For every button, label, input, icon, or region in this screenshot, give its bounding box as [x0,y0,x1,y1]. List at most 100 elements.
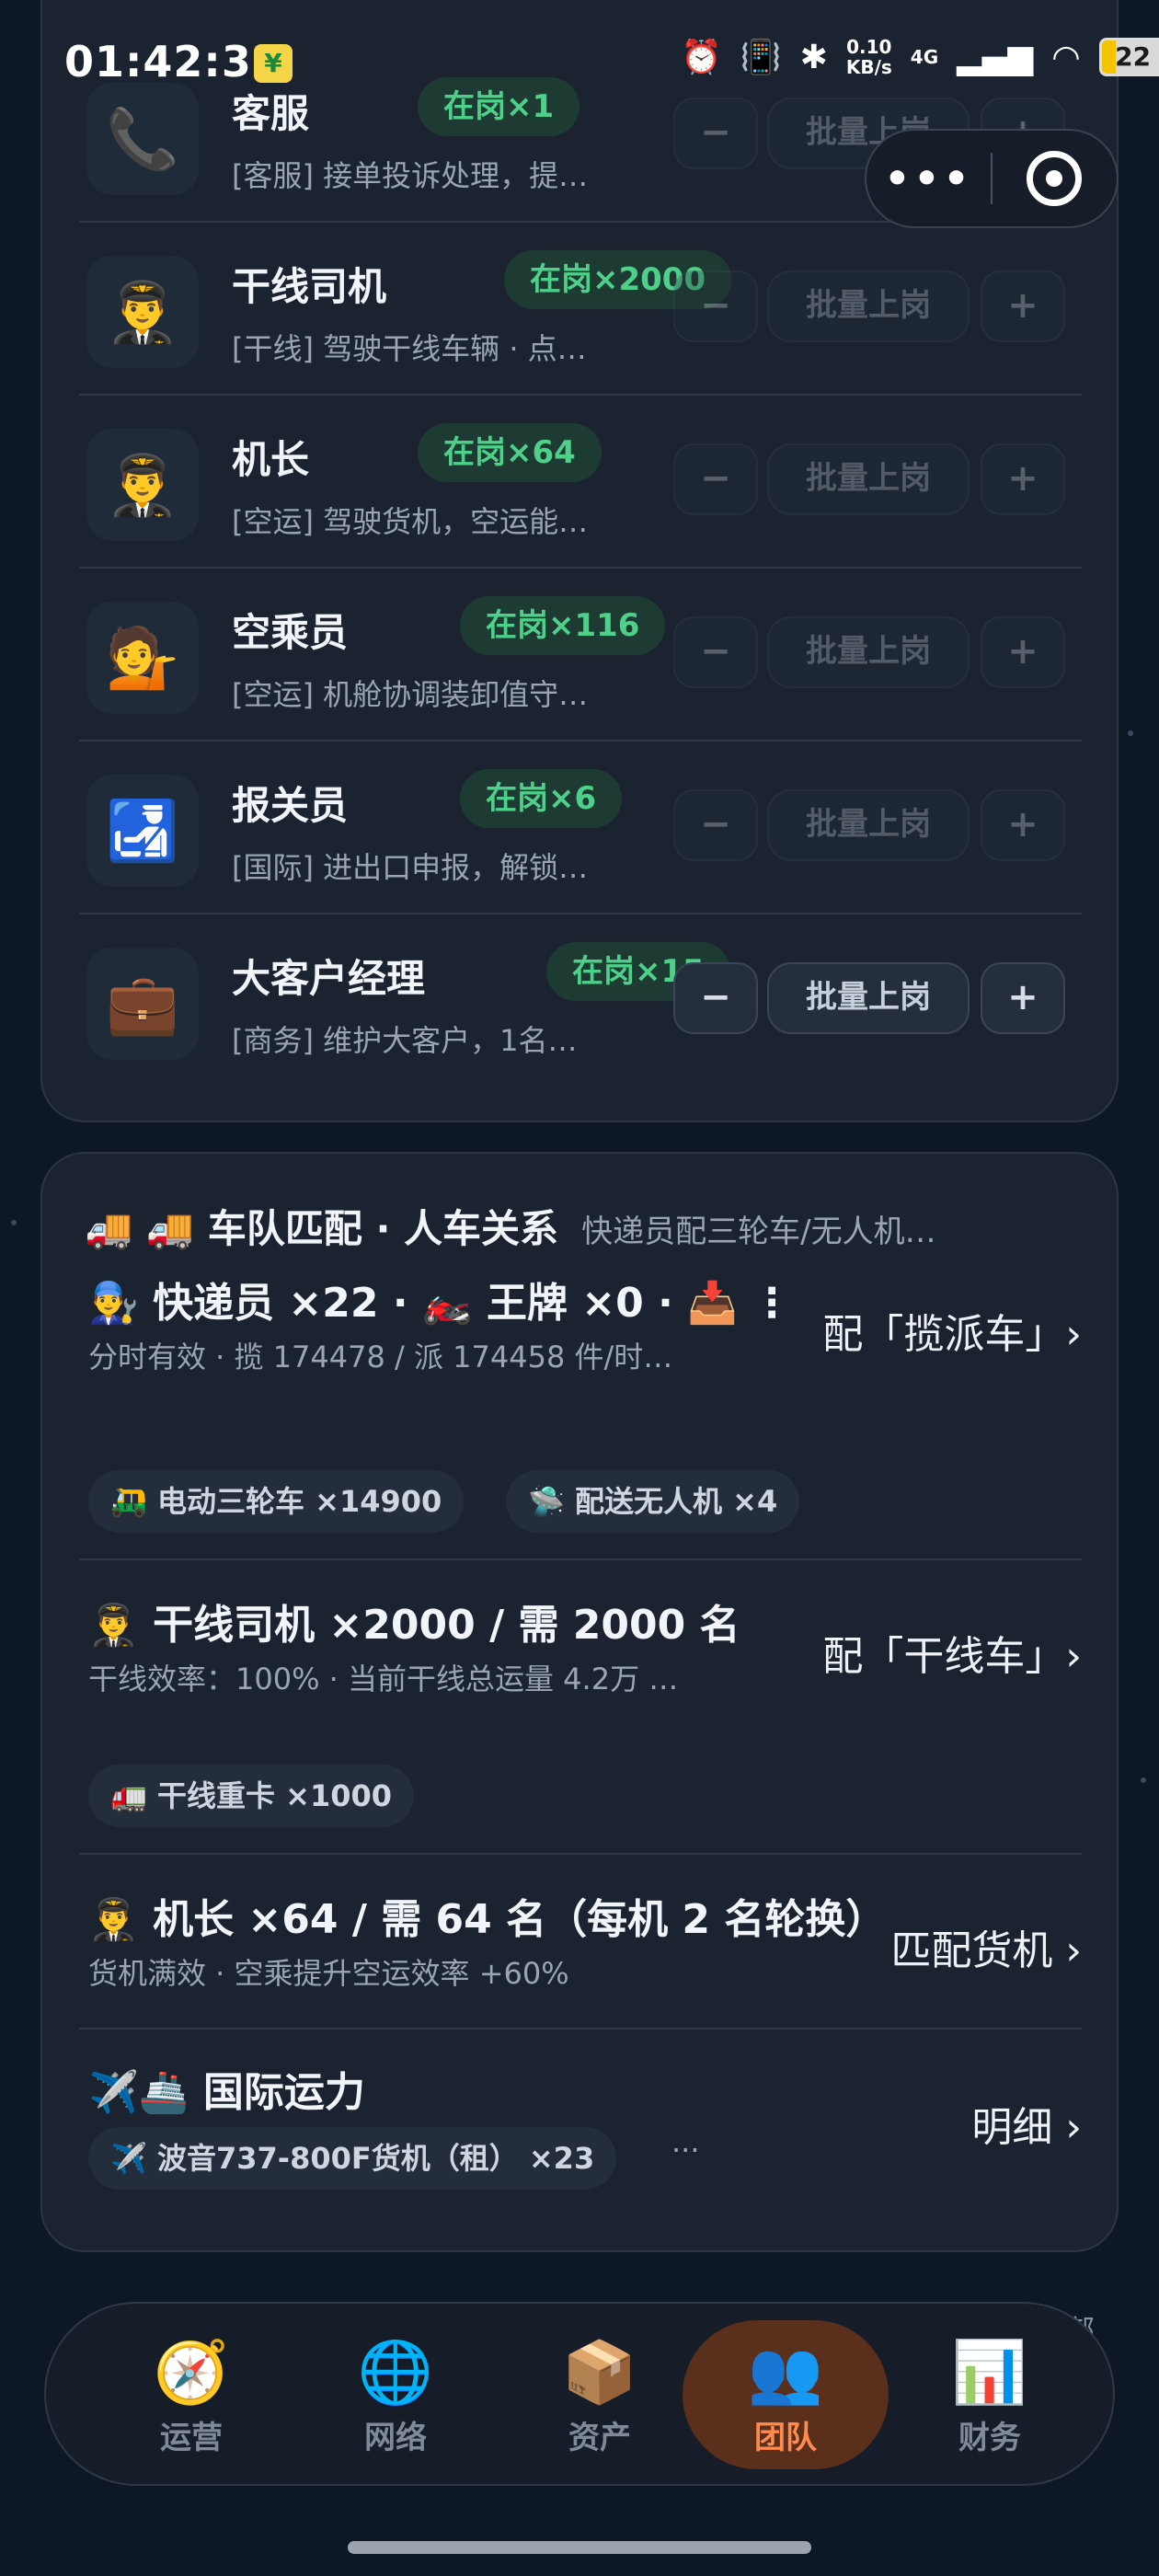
trunk-driver-title: 👨‍✈️ 干线司机 ×2000 / 需 2000 名 [88,1602,740,1649]
home-indicator[interactable] [348,2541,811,2554]
on-duty-badge: 在岗×64 [418,423,602,482]
decrease-button[interactable]: − [673,789,758,861]
staff-title: 大客户经理 [232,956,426,1001]
vehicle-chip-tricycle: 🛺 电动三轮车 ×14900 [88,1470,465,1533]
net-speed-unit: KB/s [845,56,892,78]
batch-hire-button[interactable]: 批量上岗 [767,789,970,861]
net-speed: 0.10 KB/s [846,37,892,77]
vibrate-icon: 📳 [740,39,782,76]
briefcase-icon: 💼 [86,948,199,1060]
target-circle-icon [1027,151,1083,206]
staff-desc: [商务] 维护大客户，1名… [232,1023,578,1058]
increase-button[interactable]: + [981,443,1065,515]
increase-button[interactable]: + [981,962,1065,1034]
captain-desc: 货机满效 · 空乘提升空运效率 +60% [88,1956,569,1991]
fleet-card: 🚚 🚚 车队匹配 · 人车关系 快递员配三轮车/无人机… 👨‍🔧 快递员 ×22… [40,1152,1119,2252]
trunk-driver-desc: 干线效率：100% · 当前干线总运量 4.2万 … [88,1662,679,1696]
assign-trunk-vehicle-button[interactable]: 配「干线车」› [822,1623,1082,1682]
bluetooth-icon: ✱ [799,38,828,76]
staff-desc: [国际] 进出口申报，解锁… [232,850,589,885]
increase-button[interactable]: + [981,270,1065,342]
batch-hire-button[interactable]: 批量上岗 [767,270,970,342]
alarm-icon: ⏰ [681,39,722,76]
bottom-nav: 🧭 运营 🌐 网络 📦 资产 👥 团队 📊 财务 [44,2302,1115,2486]
staff-desc: [客服] 接单投诉处理，提… [232,158,589,193]
network-type: 4G [910,46,939,68]
vehicle-chip-drone: 🛸 配送无人机 ×4 [506,1470,800,1533]
row-divider [79,2028,1082,2030]
wifi-icon: ◠ [1051,38,1081,76]
nav-label: 运营 [160,2420,223,2456]
battery-icon: 22 [1098,38,1159,76]
globe-icon: 🌐 [357,2337,434,2408]
decrease-button[interactable]: − [673,270,758,342]
staff-title: 干线司机 [232,264,387,309]
staff-row-trunk-driver: 👨‍✈️ 干线司机 在岗×2000 [干线] 驾驶干线车辆 · 点… − 批量上岗 + [79,223,1082,396]
nav-tab-assets[interactable]: 📦 资产 [497,2320,703,2469]
captain-title: 👨‍✈️ 机长 ×64 / 需 64 名（每机 2 名轮换） [88,1896,879,1943]
package-icon: 📦 [561,2337,638,2408]
miniprogram-capsule: ••• [865,129,1119,228]
fleet-title: 🚚 🚚 车队匹配 · 人车关系 [85,1206,559,1251]
international-title: ✈️🚢 国际运力 [88,2069,365,2116]
fleet-header: 🚚 🚚 车队匹配 · 人车关系 快递员配三轮车/无人机… [85,1198,1087,1254]
people-icon: 👥 [747,2337,824,2408]
pilot-icon: 👨‍✈️ [86,256,199,368]
staff-desc: [干线] 驾驶干线车辆 · 点… [232,331,587,366]
nav-label: 财务 [958,2420,1021,2456]
vehicle-chip-truck: 🚛 干线重卡 ×1000 [88,1765,415,1827]
assign-pickup-vehicle-button[interactable]: 配「揽派车」› [822,1301,1082,1360]
captain-row[interactable]: 👨‍✈️ 机长 ×64 / 需 64 名（每机 2 名轮换） 货机满效 · 空乘… [79,1886,1082,2024]
staff-title: 空乘员 [232,610,349,655]
trunk-driver-row[interactable]: 👨‍✈️ 干线司机 ×2000 / 需 2000 名 干线效率：100% · 当… [79,1592,1082,1730]
match-cargo-plane-button[interactable]: 匹配货机 › [876,1917,1082,1976]
decrease-button[interactable]: − [673,962,758,1034]
nav-label: 资产 [568,2420,631,2456]
background-dot [1128,730,1133,736]
more-chips-ellipsis: ··· [671,2133,700,2168]
nav-tab-finance[interactable]: 📊 财务 [887,2320,1093,2469]
nav-tab-team[interactable]: 👥 团队 [683,2320,889,2469]
attendant-icon: 💁 [86,602,199,714]
wechat-app-icon: ¥ [254,44,293,83]
staff-desc: [空运] 机舱协调装卸值守… [232,677,589,712]
international-detail-button[interactable]: 明细 › [971,2094,1082,2153]
system-icons: ⏰ 📳 ✱ 0.10 KB/s 4G ▂▄▆ ◠ 22 [681,37,1159,77]
staff-row-customs-broker: 🛃 报关员 在岗×6 [国际] 进出口申报，解锁… − 批量上岗 + [79,742,1082,914]
increase-button[interactable]: + [981,789,1065,861]
increase-button[interactable]: + [981,616,1065,688]
customs-icon: 🛃 [86,775,199,887]
aircraft-chip-737: ✈️ 波音737-800F货机（租） ×23 [88,2127,617,2190]
staff-title: 报关员 [232,783,349,828]
nav-tab-network[interactable]: 🌐 网络 [293,2320,499,2469]
staff-desc: [空运] 驾驶货机，空运能… [232,504,589,539]
nav-label: 团队 [754,2420,817,2456]
courier-title: 👨‍🔧 快递员 ×22 · 🏍️ 王牌 ×0 · 📥 ⋮ [88,1280,793,1327]
staff-row-flight-attendant: 💁 空乘员 在岗×116 [空运] 机舱协调装卸值守… − 批量上岗 + [79,569,1082,742]
decrease-button[interactable]: − [673,616,758,688]
staff-row-captain: 👨‍✈️ 机长 在岗×64 [空运] 驾驶货机，空运能… − 批量上岗 + [79,396,1082,569]
batch-hire-button[interactable]: 批量上岗 [767,962,970,1034]
status-time: 01:42:32 [64,37,282,86]
pilot-icon: 👨‍✈️ [86,429,199,541]
batch-hire-button[interactable]: 批量上岗 [767,443,970,515]
nav-tab-operations[interactable]: 🧭 运营 [88,2320,294,2469]
batch-hire-button[interactable]: 批量上岗 [767,616,970,688]
fleet-subtitle: 快递员配三轮车/无人机… [581,1213,936,1250]
background-dot [11,1220,17,1225]
more-menu-button[interactable]: ••• [866,155,991,202]
row-divider [79,1853,1082,1855]
on-duty-badge: 在岗×116 [460,596,666,655]
background-dot [1141,1777,1146,1783]
on-duty-badge: 在岗×6 [460,769,623,828]
courier-row[interactable]: 👨‍🔧 快递员 ×22 · 🏍️ 王牌 ×0 · 📥 ⋮ 分时有效 · 揽 17… [79,1270,1082,1408]
staff-title: 机长 [232,437,310,482]
close-miniprogram-button[interactable] [993,151,1117,206]
net-speed-value: 0.10 [846,36,892,58]
decrease-button[interactable]: − [673,443,758,515]
staff-row-key-account-manager: 💼 大客户经理 在岗×15 [商务] 维护大客户，1名… − 批量上岗 + [79,914,1082,1087]
nav-label: 网络 [364,2420,427,2456]
signal-icon: ▂▄▆ [957,38,1034,76]
compass-icon: 🧭 [153,2337,230,2408]
row-divider [79,1558,1082,1560]
